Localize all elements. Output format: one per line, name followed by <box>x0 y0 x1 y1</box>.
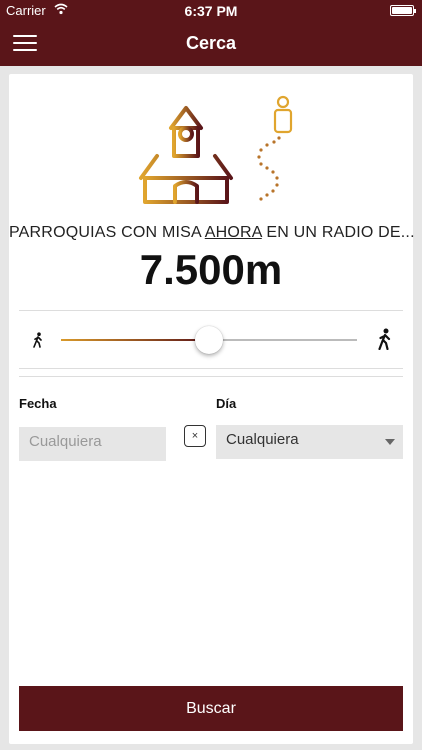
chevron-down-icon <box>385 439 395 445</box>
headline-emphasis: AHORA <box>204 224 262 241</box>
main-card: PARROQUIAS CON MISA AHORA EN UN RADIO DE… <box>9 74 415 744</box>
dia-select-value: Cualquiera <box>226 431 299 448</box>
dia-label: Día <box>216 396 237 411</box>
dotted-path-icon <box>257 136 281 201</box>
slider-track[interactable] <box>61 326 357 354</box>
walking-person-small-icon <box>33 332 42 348</box>
battery-icon <box>390 5 416 16</box>
headline-text-before: PARROQUIAS CON MISA <box>9 224 205 241</box>
slider-track-fill <box>61 339 209 341</box>
radius-slider[interactable] <box>31 326 393 356</box>
church-illustration <box>131 84 293 204</box>
slider-thumb[interactable] <box>195 326 223 354</box>
nav-bar: Cerca <box>0 22 422 66</box>
status-bar: Carrier 6:37 PM <box>0 0 422 22</box>
divider <box>19 376 403 377</box>
divider <box>19 368 403 369</box>
person-icon <box>273 95 293 134</box>
search-button[interactable]: Buscar <box>19 686 403 731</box>
clear-fecha-button[interactable]: × <box>184 425 206 447</box>
status-time: 6:37 PM <box>184 3 238 19</box>
headline-text-after: EN UN RADIO DE... <box>261 224 415 241</box>
distance-value: 7.500m <box>139 246 283 293</box>
walking-person-large-icon <box>378 328 391 350</box>
divider <box>19 310 403 311</box>
fecha-field[interactable]: Cualquiera <box>19 427 166 461</box>
dia-select[interactable]: Cualquiera <box>216 425 403 459</box>
headline: PARROQUIAS CON MISA AHORA EN UN RADIO DE… <box>9 224 415 242</box>
page-title: Cerca <box>185 33 237 53</box>
church-icon <box>131 84 241 204</box>
fecha-label: Fecha <box>19 396 57 411</box>
